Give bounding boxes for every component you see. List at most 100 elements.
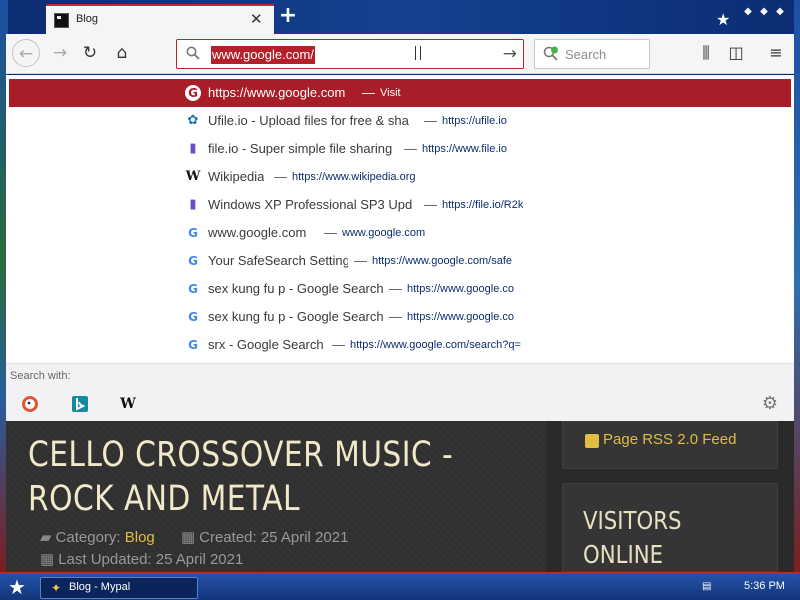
library-button[interactable]: ⫼ [694,42,718,66]
suggestion-item[interactable]: G Your SafeSearch Setting — https://www.goo… [9,247,791,275]
close-window-icon[interactable]: ◆ [774,6,786,18]
window-controls: ◆ ◆ ◆ [742,6,792,20]
folder-icon: ▰ [40,529,52,546]
search-with-bar: Search with: W ⚙ [6,363,794,421]
suggestion-separator: — [354,253,367,268]
suggestion-url: https://file.io/R2k [442,199,524,211]
suggestion-title: Your SafeSearch Setting [208,253,348,268]
suggestion-separator: — [274,169,287,184]
suggestion-item[interactable]: Gsex kung fu p - Google Search — https://w… [9,303,791,331]
minimize-icon[interactable]: ◆ [742,6,754,18]
suggestion-item[interactable]: W Wikipedia — https://www.wikipedia.org [9,163,791,191]
category-link[interactable]: Blog [125,529,155,546]
suggestion-title: Ufile.io - Upload files for free & sha [208,113,409,128]
search-with-label: Search with: [10,370,71,382]
menu-button[interactable]: ≡ [764,42,788,66]
category-label: Category: [55,529,125,546]
suggestion-separator: — [424,197,437,212]
suggestion-separator: — [389,309,402,324]
fileio-icon: ▮ [189,197,197,212]
suggestion-item[interactable]: Ghttps://www.google.com — Visit [9,79,791,107]
suggestion-title: sex kung fu p - Google Search [208,281,383,296]
page-sidebar: Page RSS 2.0 Feed VISITORS ONLINE [562,421,778,572]
calendar-icon: ▦ [40,551,55,568]
gear-icon[interactable]: ⚙ [760,394,780,414]
suggestion-item[interactable]: ✿ Ufile.io - Upload files for free & sha —… [9,107,791,135]
wikipedia-icon: W [185,169,201,184]
taskbar-item-mypal[interactable]: ✦ Blog - Mypal [40,577,198,599]
suggestion-title: file.io - Super simple file sharing [208,141,393,156]
fileio-icon: ▮ [189,141,197,156]
suggestion-item[interactable]: ▮ file.io - Super simple file sharing — htt… [9,135,791,163]
suggestion-item[interactable]: ▮ Windows XP Professional SP3 Upd — https:/… [9,191,791,219]
start-star-icon[interactable]: ★ [8,575,26,599]
rss-module: Page RSS 2.0 Feed [562,421,778,469]
ufile-icon: ✿ [187,113,199,128]
visitors-heading: VISITORS ONLINE [583,506,682,569]
close-tab-icon[interactable]: ✕ [250,10,263,28]
url-bar[interactable]: www.google.com/ → [176,39,524,69]
suggestion-item[interactable]: Gsrx - Google Search — https://www.google.… [9,331,791,359]
suggestion-separator: — [424,113,437,128]
suggestion-title: www.google.com [208,225,307,240]
suggestion-url: https://ufile.io [442,115,507,127]
suggestion-url: Visit [380,87,401,99]
home-button[interactable]: ⌂ [108,39,136,67]
url-suggestions-popup: Ghttps://www.google.com — Visit ✿ Ufile.io -… [6,75,794,421]
suggestion-separator: — [324,225,337,240]
reload-button[interactable]: ↻ [76,39,104,67]
duckduckgo-icon[interactable] [20,394,40,414]
forward-button[interactable]: → [46,39,74,67]
search-engine-icon [543,46,558,61]
rss-link[interactable]: Page RSS 2.0 Feed [603,431,736,448]
suggestion-title: srx - Google Search [208,337,324,352]
url-input[interactable]: www.google.com/ [211,46,315,64]
suggestion-separator: — [332,337,345,352]
suggestion-url: https://www.google.com/safe [372,255,513,267]
created-date: Created: 25 April 2021 [199,529,349,546]
updated-date: Last Updated: 25 April 2021 [58,551,244,568]
sidebar-toggle-button[interactable]: ◫ [724,42,748,66]
google-icon: G [185,309,201,325]
text-cursor-icon [415,46,421,60]
tab-title: Blog [76,13,99,25]
wikipedia-icon[interactable]: W [118,394,138,414]
search-input[interactable]: Search [565,47,606,62]
suggestion-url: https://www.google.com/search?q= [350,339,521,351]
mypal-icon: ✦ [51,581,62,595]
page-content: CELLO CROSSOVER MUSIC - ROCK AND METAL ▰… [6,421,794,572]
bing-icon[interactable] [70,394,90,414]
new-tab-button[interactable]: + [276,4,300,28]
navigation-toolbar: ← → ↻ ⌂ www.google.com/ → Search ⫼ ◫ ≡ [6,34,794,74]
site-favicon-icon [54,13,69,28]
go-arrow-icon[interactable]: → [503,45,517,63]
calendar-icon: ▦ [180,529,196,546]
suggestion-url: https://www.google.co [407,311,515,323]
taskbar: ★ ✦ Blog - Mypal ▤ 5:36 PM [0,572,800,600]
google-icon: G [185,85,201,101]
clock: 5:36 PM [744,580,785,592]
maximize-icon[interactable]: ◆ [758,6,770,18]
taskbar-item-label: Blog - Mypal [69,581,131,593]
article: CELLO CROSSOVER MUSIC - ROCK AND METAL ▰… [6,421,546,572]
desktop-background-right [794,0,800,572]
search-box[interactable]: Search [534,39,650,69]
tab-blog[interactable]: Blog ✕ [46,4,274,34]
suggestion-url: https://www.wikipedia.org [292,171,416,183]
suggestion-title: sex kung fu p - Google Search [208,309,383,324]
network-tray-icon[interactable]: ▤ [702,582,714,592]
suggestion-url: www.google.com [342,227,426,239]
suggestion-item[interactable]: Gsex kung fu p - Google Search — https://w… [9,275,791,303]
back-button[interactable]: ← [12,39,40,67]
rss-icon [585,434,599,448]
article-meta: ▰ Category: Blog ▦ Created: 25 April 2021 … [40,528,348,572]
suggestion-url: https://www.file.io [422,143,507,155]
search-icon [186,46,200,60]
browser-window: Blog ✕ + ★ ◆ ◆ ◆ ← → ↻ ⌂ www.google.com/… [6,0,794,572]
google-icon: G [185,337,201,353]
suggestion-separator: — [404,141,417,156]
suggestion-separator: — [389,281,402,296]
suggestion-item[interactable]: Gwww.google.com — www.google.com [9,219,791,247]
visitors-module: VISITORS ONLINE [562,483,778,572]
suggestion-title: Windows XP Professional SP3 Upd [208,197,413,212]
